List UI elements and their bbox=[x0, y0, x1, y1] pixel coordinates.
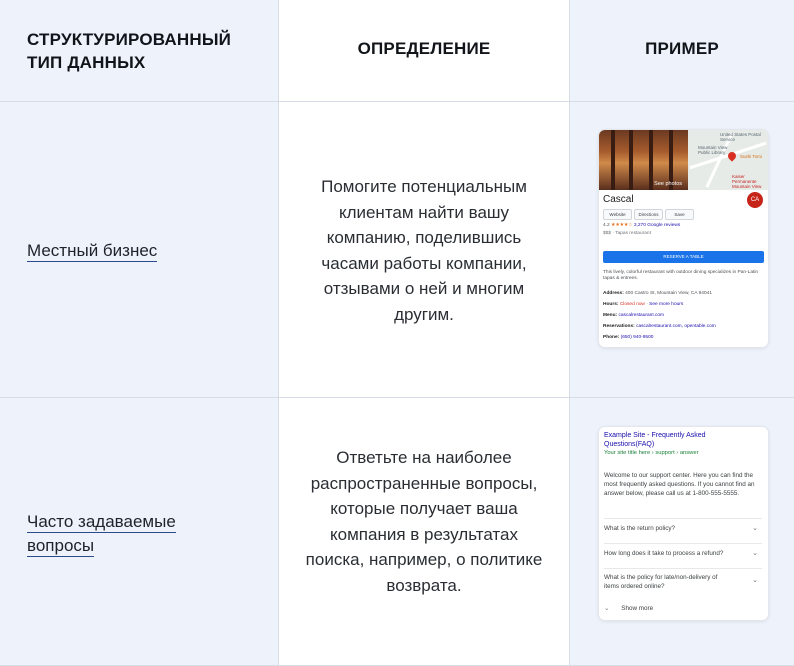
local-business-definition: Помогите потенциальным клиентам найти ва… bbox=[321, 177, 527, 324]
business-logo: CA bbox=[747, 192, 763, 208]
header-example-cell: ПРИМЕР bbox=[570, 0, 794, 102]
row-local-business-definition: Помогите потенциальным клиентам найти ва… bbox=[279, 102, 570, 398]
faq-result-title[interactable]: Example Site - Frequently Asked Question… bbox=[604, 431, 754, 449]
header-type-cell: СТРУКТУРИРОВАННЫЙ ТИП ДАННЫХ bbox=[0, 0, 279, 102]
phone-line: Phone: (650) 940-9500 bbox=[603, 335, 654, 340]
faq-definition: Ответьте на наиболее распространенные во… bbox=[305, 448, 543, 595]
business-name: Cascal bbox=[603, 194, 634, 205]
header-type: СТРУКТУРИРОВАННЫЙ ТИП ДАННЫХ bbox=[27, 30, 232, 72]
faq-link[interactable]: Часто задаваемые вопросы bbox=[27, 510, 227, 558]
header-definition-cell: ОПРЕДЕЛЕНИЕ bbox=[279, 0, 570, 102]
reserve-table-button[interactable]: RESERVE A TABLE bbox=[603, 251, 764, 263]
show-more-button[interactable]: ⌄ Show more bbox=[604, 605, 653, 612]
faq-snippet: Welcome to our support center. Here you … bbox=[604, 472, 755, 497]
faq-question-3[interactable]: What is the policy for late/non-delivery… bbox=[604, 568, 762, 600]
row-faq-definition: Ответьте на наиболее распространенные во… bbox=[279, 398, 570, 666]
header-definition: ОПРЕДЕЛЕНИЕ bbox=[357, 39, 491, 58]
map-thumbnail[interactable]: United States Postal Service Mountain Vi… bbox=[688, 130, 768, 190]
faq-card: Example Site - Frequently Asked Question… bbox=[599, 427, 768, 620]
chevron-down-icon: ⌄ bbox=[604, 605, 610, 612]
chevron-down-icon: ⌄ bbox=[752, 525, 758, 532]
data-types-table: СТРУКТУРИРОВАННЫЙ ТИП ДАННЫХ ОПРЕДЕЛЕНИЕ… bbox=[0, 0, 794, 666]
faq-breadcrumb: Your site title here › support › answer bbox=[604, 450, 699, 456]
local-business-card: See photos United States Postal Service … bbox=[599, 130, 768, 347]
row-faq-type: Часто задаваемые вопросы bbox=[0, 398, 279, 666]
faq-question-1[interactable]: What is the return policy? ⌄ bbox=[604, 518, 762, 543]
directions-button[interactable]: Directions bbox=[634, 209, 663, 220]
local-business-link[interactable]: Местный бизнес bbox=[27, 239, 158, 263]
faq-question-2[interactable]: How long does it take to process a refun… bbox=[604, 543, 762, 568]
chevron-down-icon: ⌄ bbox=[752, 577, 758, 584]
reservations-line: Reservations: cascalrestaurant.com, open… bbox=[603, 324, 716, 329]
more-hours-link[interactable]: See more hours bbox=[649, 302, 683, 307]
header-example: ПРИМЕР bbox=[645, 39, 719, 58]
row-faq-example: Example Site - Frequently Asked Question… bbox=[570, 398, 794, 666]
row-local-business-example: See photos United States Postal Service … bbox=[570, 102, 794, 398]
price-category: $$$ · Tapas restaurant bbox=[603, 231, 651, 236]
reviews-link[interactable]: 3,270 Google reviews bbox=[634, 223, 680, 228]
stars-icon: ★★★★☆ bbox=[611, 223, 633, 228]
business-description: This lively, colorful restaurant with ou… bbox=[603, 270, 759, 281]
restaurant-photo[interactable]: See photos bbox=[599, 130, 688, 190]
see-photos-label: See photos bbox=[654, 181, 682, 187]
hours-line: Hours: Closed now · See more hours bbox=[603, 302, 684, 307]
menu-line: Menu: cascalrestaurant.com bbox=[603, 313, 665, 318]
website-button[interactable]: Website bbox=[603, 209, 632, 220]
row-local-business-type: Местный бизнес bbox=[0, 102, 279, 398]
rating-line: 4.2 ★★★★☆ 3,270 Google reviews bbox=[603, 223, 681, 228]
save-button[interactable]: Save bbox=[665, 209, 694, 220]
chevron-down-icon: ⌄ bbox=[752, 550, 758, 557]
address-line: Address: 400 Castro St, Mountain View, C… bbox=[603, 291, 712, 296]
